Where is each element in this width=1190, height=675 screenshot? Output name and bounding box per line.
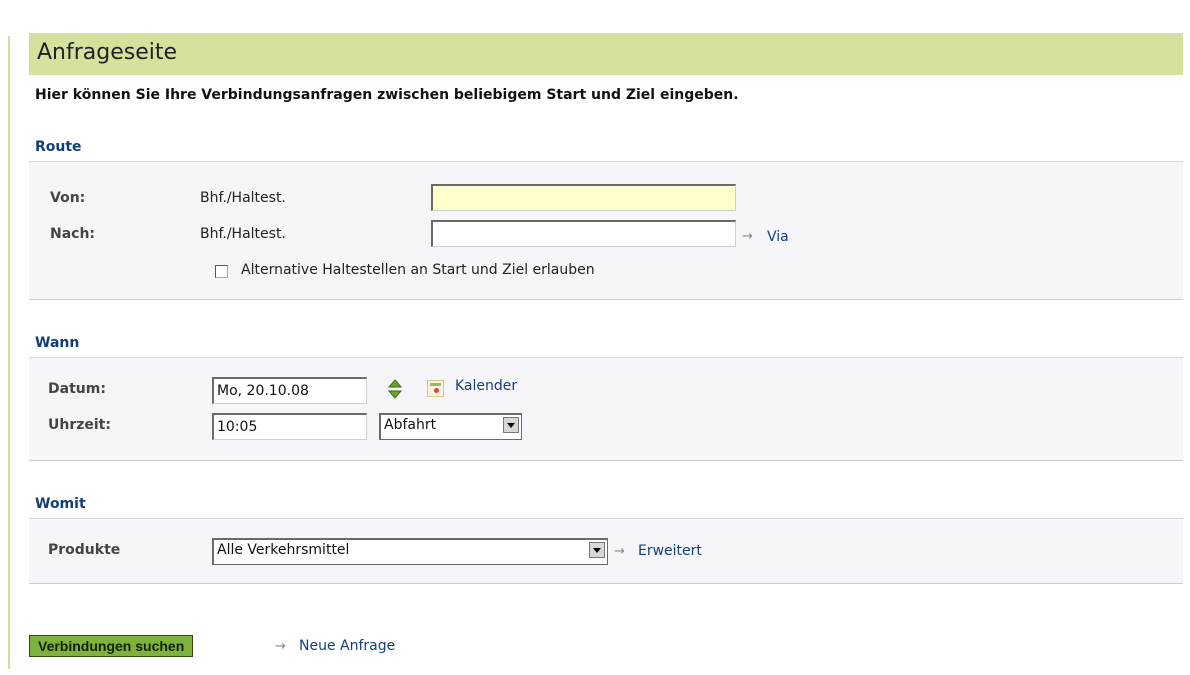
when-section-header: Wann xyxy=(29,329,1183,358)
when-section: Datum: Kalender Uhrzeit: Abfahrt xyxy=(29,358,1183,461)
date-label: Datum: xyxy=(48,381,106,397)
products-label: Produkte xyxy=(48,542,121,558)
departure-arrival-value: Abfahrt xyxy=(384,417,437,433)
calendar-link[interactable]: Kalender xyxy=(455,378,517,394)
dropdown-arrow-icon[interactable] xyxy=(589,542,605,558)
date-input[interactable] xyxy=(212,377,367,404)
from-label: Von: xyxy=(50,190,86,206)
via-link[interactable]: Via xyxy=(767,229,789,245)
time-input[interactable] xyxy=(212,413,367,440)
dropdown-arrow-icon[interactable] xyxy=(503,417,519,433)
route-heading: Route xyxy=(35,139,82,155)
to-label: Nach: xyxy=(50,226,96,242)
with-section: Produkte Alle Verkehrsmittel → Erweitert xyxy=(29,519,1183,584)
page-title-bar: Anfrageseite xyxy=(29,33,1183,75)
new-request-link[interactable]: Neue Anfrage xyxy=(299,638,395,654)
to-input[interactable] xyxy=(431,220,736,247)
calendar-icon[interactable] xyxy=(427,380,444,397)
with-heading: Womit xyxy=(35,496,86,512)
from-type: Bhf./Haltest. xyxy=(200,190,286,206)
arrow-right-icon: → xyxy=(742,229,753,244)
arrow-right-icon: → xyxy=(614,544,625,559)
page-title: Anfrageseite xyxy=(37,40,178,65)
route-section-header: Route xyxy=(29,133,1183,162)
intro-text: Hier können Sie Ihre Verbindungsanfragen… xyxy=(35,87,739,103)
alt-stops-checkbox[interactable] xyxy=(215,265,228,278)
arrow-right-icon: → xyxy=(275,639,286,654)
alt-stops-label: Alternative Haltestellen an Start und Zi… xyxy=(241,262,595,278)
to-type: Bhf./Haltest. xyxy=(200,226,286,242)
route-section: Von: Bhf./Haltest. Nach: Bhf./Haltest. →… xyxy=(29,162,1183,300)
with-section-header: Womit xyxy=(29,490,1183,519)
products-value: Alle Verkehrsmittel xyxy=(217,542,350,558)
time-label: Uhrzeit: xyxy=(48,417,111,433)
left-border-rule xyxy=(8,36,10,669)
advanced-link[interactable]: Erweitert xyxy=(638,543,702,559)
products-select[interactable]: Alle Verkehrsmittel xyxy=(212,538,608,565)
when-heading: Wann xyxy=(35,335,80,351)
search-connections-button[interactable]: Verbindungen suchen xyxy=(29,635,194,657)
departure-arrival-select[interactable]: Abfahrt xyxy=(379,413,522,440)
updown-arrows-icon[interactable] xyxy=(388,379,402,399)
from-input[interactable] xyxy=(431,184,736,211)
